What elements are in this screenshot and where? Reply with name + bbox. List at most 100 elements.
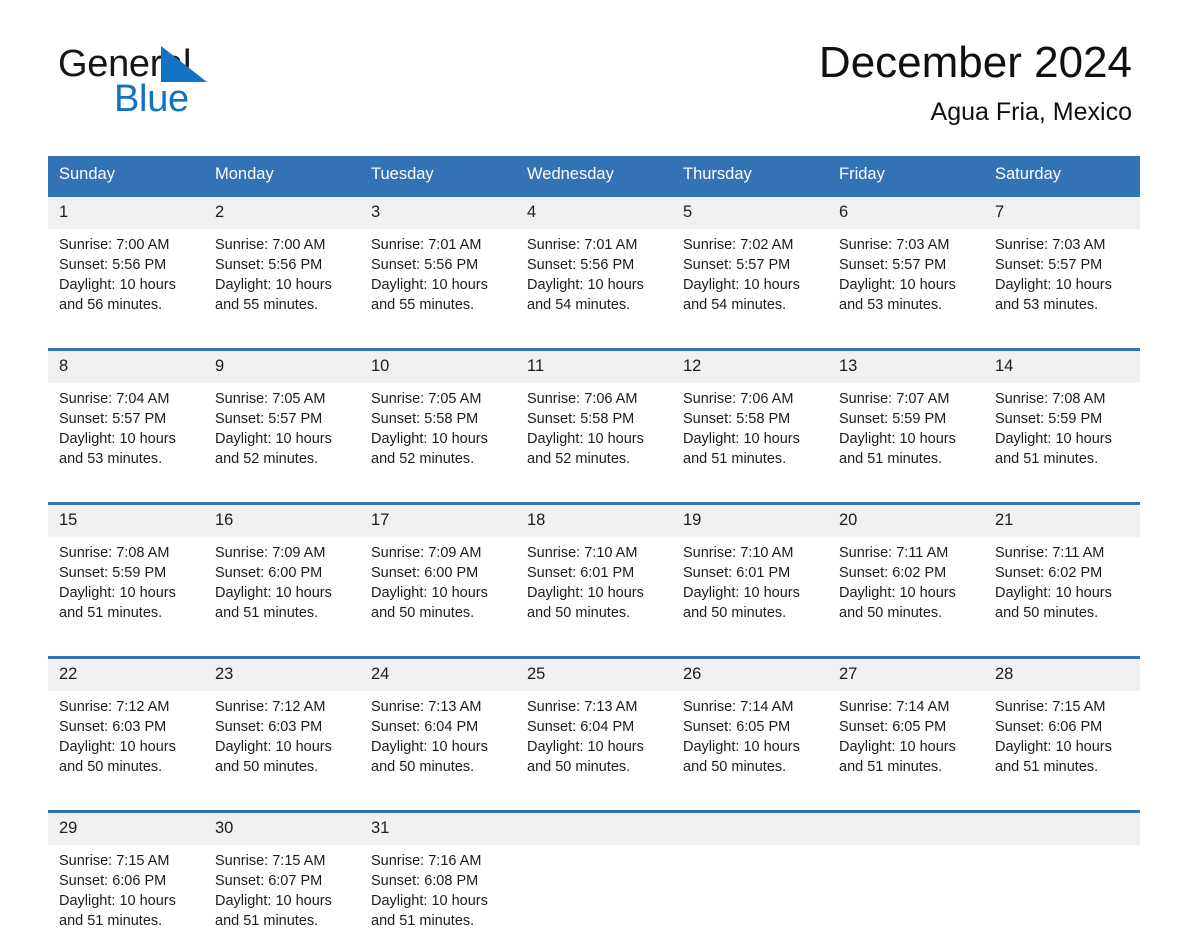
daylight-text-line2: and 51 minutes. — [59, 913, 163, 929]
day-details-cell[interactable]: Sunrise: 7:00 AM Sunset: 5:56 PM Daylight:… — [48, 229, 204, 335]
day-details-cell[interactable]: Sunrise: 7:07 AM Sunset: 5:59 PM Daylight:… — [828, 383, 984, 489]
day-number-cell[interactable]: 3 — [360, 197, 516, 229]
day-number-cell[interactable]: 13 — [828, 351, 984, 383]
day-details-cell[interactable]: Sunrise: 7:11 AM Sunset: 6:02 PM Daylight:… — [828, 537, 984, 643]
day-number-cell[interactable]: 31 — [360, 813, 516, 845]
day-details-cell[interactable]: Sunrise: 7:01 AM Sunset: 5:56 PM Daylight:… — [360, 229, 516, 335]
day-number-cell[interactable]: 19 — [672, 505, 828, 537]
sunset-text: Sunset: 5:59 PM — [995, 411, 1103, 427]
day-number-cell[interactable]: 28 — [984, 659, 1140, 691]
day-details-cell[interactable]: Sunrise: 7:15 AM Sunset: 6:07 PM Daylight:… — [204, 845, 360, 951]
day-details-cell[interactable]: Sunrise: 7:12 AM Sunset: 6:03 PM Daylight:… — [48, 691, 204, 797]
daylight-text-line2: and 51 minutes. — [59, 605, 163, 621]
day-number-cell[interactable]: 30 — [204, 813, 360, 845]
day-details-cell[interactable]: Sunrise: 7:06 AM Sunset: 5:58 PM Daylight:… — [516, 383, 672, 489]
day-details-cell[interactable]: Sunrise: 7:13 AM Sunset: 6:04 PM Daylight:… — [516, 691, 672, 797]
day-details-cell[interactable]: Sunrise: 7:14 AM Sunset: 6:05 PM Daylight:… — [672, 691, 828, 797]
week-date-row: 15 16 17 18 19 20 21 — [48, 505, 1140, 537]
day-details-cell[interactable]: Sunrise: 7:04 AM Sunset: 5:57 PM Daylight:… — [48, 383, 204, 489]
day-details-cell[interactable]: Sunrise: 7:09 AM Sunset: 6:00 PM Daylight:… — [360, 537, 516, 643]
daylight-text-line2: and 52 minutes. — [215, 451, 319, 467]
day-number-cell[interactable]: 5 — [672, 197, 828, 229]
day-number-cell[interactable]: 29 — [48, 813, 204, 845]
day-number-cell[interactable]: 9 — [204, 351, 360, 383]
sunrise-text: Sunrise: 7:05 AM — [371, 391, 482, 407]
day-number-cell-empty — [672, 813, 828, 845]
day-details-cell[interactable]: Sunrise: 7:12 AM Sunset: 6:03 PM Daylight:… — [204, 691, 360, 797]
daylight-text-line2: and 50 minutes. — [371, 759, 475, 775]
day-details-cell[interactable]: Sunrise: 7:09 AM Sunset: 6:00 PM Daylight:… — [204, 537, 360, 643]
day-number-cell[interactable]: 12 — [672, 351, 828, 383]
day-number-cell[interactable]: 10 — [360, 351, 516, 383]
day-number-cell[interactable]: 17 — [360, 505, 516, 537]
week-info-row: Sunrise: 7:00 AM Sunset: 5:56 PM Daylight:… — [48, 229, 1140, 335]
day-details-cell[interactable]: Sunrise: 7:02 AM Sunset: 5:57 PM Daylight:… — [672, 229, 828, 335]
daylight-text-line1: Daylight: 10 hours — [995, 277, 1112, 293]
sunset-text: Sunset: 6:00 PM — [215, 565, 323, 581]
day-number-cell[interactable]: 18 — [516, 505, 672, 537]
week-spacer — [48, 797, 1140, 810]
day-details-cell[interactable]: Sunrise: 7:06 AM Sunset: 5:58 PM Daylight:… — [672, 383, 828, 489]
day-details-cell[interactable]: Sunrise: 7:13 AM Sunset: 6:04 PM Daylight:… — [360, 691, 516, 797]
sunrise-text: Sunrise: 7:11 AM — [839, 545, 949, 561]
day-details-cell[interactable]: Sunrise: 7:01 AM Sunset: 5:56 PM Daylight:… — [516, 229, 672, 335]
day-number-cell[interactable]: 27 — [828, 659, 984, 691]
day-details-cell[interactable]: Sunrise: 7:00 AM Sunset: 5:56 PM Daylight:… — [204, 229, 360, 335]
sunrise-text: Sunrise: 7:14 AM — [683, 699, 794, 715]
day-details-cell[interactable]: Sunrise: 7:15 AM Sunset: 6:06 PM Daylight:… — [984, 691, 1140, 797]
day-number-cell[interactable]: 11 — [516, 351, 672, 383]
week-date-row: 8 9 10 11 12 13 14 — [48, 351, 1140, 383]
day-details-cell[interactable]: Sunrise: 7:10 AM Sunset: 6:01 PM Daylight:… — [672, 537, 828, 643]
daylight-text-line2: and 51 minutes. — [683, 451, 787, 467]
sunset-text: Sunset: 6:07 PM — [215, 873, 323, 889]
title-block: December 2024 Agua Fria, Mexico — [819, 39, 1132, 126]
day-number-cell[interactable]: 16 — [204, 505, 360, 537]
day-number-cell[interactable]: 15 — [48, 505, 204, 537]
weekday-header-monday: Monday — [204, 156, 360, 194]
day-number-cell[interactable]: 25 — [516, 659, 672, 691]
sunrise-text: Sunrise: 7:08 AM — [59, 545, 170, 561]
week-date-row: 29 30 31 — [48, 813, 1140, 845]
day-number-cell[interactable]: 14 — [984, 351, 1140, 383]
day-details-cell[interactable]: Sunrise: 7:11 AM Sunset: 6:02 PM Daylight:… — [984, 537, 1140, 643]
day-number-cell[interactable]: 20 — [828, 505, 984, 537]
daylight-text-line1: Daylight: 10 hours — [683, 585, 800, 601]
daylight-text-line1: Daylight: 10 hours — [371, 893, 488, 909]
day-details-cell-empty — [516, 845, 672, 951]
day-details-cell[interactable]: Sunrise: 7:03 AM Sunset: 5:57 PM Daylight:… — [984, 229, 1140, 335]
daylight-text-line1: Daylight: 10 hours — [215, 277, 332, 293]
day-details-cell[interactable]: Sunrise: 7:15 AM Sunset: 6:06 PM Daylight:… — [48, 845, 204, 951]
daylight-text-line1: Daylight: 10 hours — [527, 739, 644, 755]
sunset-text: Sunset: 6:03 PM — [215, 719, 323, 735]
week-spacer-cell — [48, 643, 1140, 656]
day-details-cell[interactable]: Sunrise: 7:08 AM Sunset: 5:59 PM Daylight:… — [48, 537, 204, 643]
day-details-cell[interactable]: Sunrise: 7:16 AM Sunset: 6:08 PM Daylight:… — [360, 845, 516, 951]
week-date-row: 1234567 — [48, 197, 1140, 229]
week-spacer — [48, 489, 1140, 502]
sunrise-text: Sunrise: 7:05 AM — [215, 391, 326, 407]
day-number-cell-empty — [984, 813, 1140, 845]
day-number-cell[interactable]: 24 — [360, 659, 516, 691]
day-number-cell[interactable]: 1 — [48, 197, 204, 229]
day-number-cell[interactable]: 7 — [984, 197, 1140, 229]
sunrise-text: Sunrise: 7:01 AM — [527, 237, 638, 253]
day-number-cell[interactable]: 22 — [48, 659, 204, 691]
day-number-cell[interactable]: 8 — [48, 351, 204, 383]
day-number-cell[interactable]: 4 — [516, 197, 672, 229]
day-details-cell[interactable]: Sunrise: 7:14 AM Sunset: 6:05 PM Daylight:… — [828, 691, 984, 797]
day-number-cell[interactable]: 21 — [984, 505, 1140, 537]
week-spacer-cell — [48, 335, 1140, 348]
day-number-cell[interactable]: 2 — [204, 197, 360, 229]
day-number-cell[interactable]: 6 — [828, 197, 984, 229]
day-details-cell[interactable]: Sunrise: 7:05 AM Sunset: 5:57 PM Daylight:… — [204, 383, 360, 489]
day-number-cell[interactable]: 23 — [204, 659, 360, 691]
weekday-header-sunday: Sunday — [48, 156, 204, 194]
day-details-cell[interactable]: Sunrise: 7:05 AM Sunset: 5:58 PM Daylight:… — [360, 383, 516, 489]
day-details-cell[interactable]: Sunrise: 7:08 AM Sunset: 5:59 PM Daylight:… — [984, 383, 1140, 489]
daylight-text-line2: and 54 minutes. — [527, 297, 631, 313]
brand-logo: General Blue — [58, 45, 318, 125]
daylight-text-line1: Daylight: 10 hours — [527, 431, 644, 447]
day-details-cell[interactable]: Sunrise: 7:03 AM Sunset: 5:57 PM Daylight:… — [828, 229, 984, 335]
day-details-cell[interactable]: Sunrise: 7:10 AM Sunset: 6:01 PM Daylight:… — [516, 537, 672, 643]
day-number-cell[interactable]: 26 — [672, 659, 828, 691]
